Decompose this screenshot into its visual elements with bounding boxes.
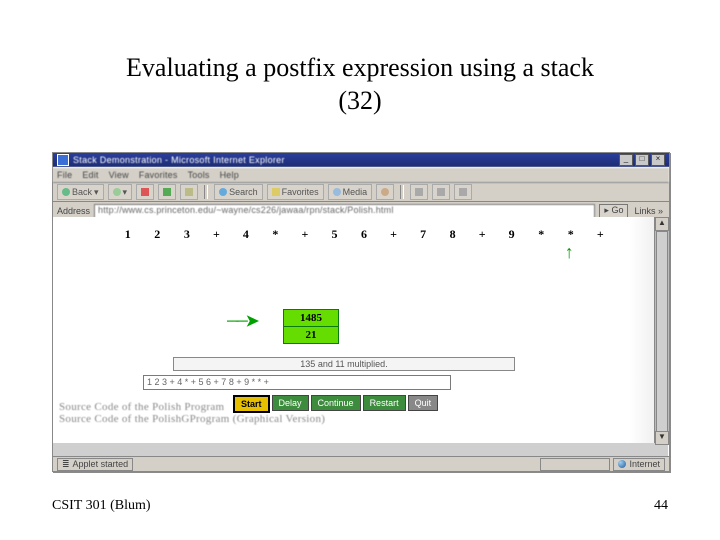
refresh-button[interactable] (158, 184, 176, 200)
token: 6 (349, 227, 379, 242)
media-button[interactable]: Media (328, 184, 373, 200)
token: 1 (113, 227, 143, 242)
menu-view[interactable]: View (109, 170, 129, 180)
forward-icon (113, 188, 121, 196)
menu-file[interactable]: File (57, 170, 72, 180)
token: + (290, 227, 320, 242)
search-icon (219, 188, 227, 196)
home-button[interactable] (180, 184, 198, 200)
token: 2 (143, 227, 173, 242)
ie-app-icon (57, 154, 69, 166)
globe-icon (618, 460, 626, 468)
window-title-text: Stack Demonstration - Microsoft Internet… (73, 155, 619, 165)
slide-title-line1: Evaluating a postfix expression using a … (126, 53, 594, 82)
applet-status-icon: ≣ (62, 459, 70, 470)
quit-button[interactable]: Quit (408, 395, 439, 411)
token: + (467, 227, 497, 242)
page-content: 1 2 3 + 4 * + 5 6 + 7 8 + 9 * * + ↑ ──➤ (53, 217, 655, 443)
print-button[interactable] (432, 184, 450, 200)
menu-edit[interactable]: Edit (82, 170, 98, 180)
status-bar: ≣ Applet started Internet (53, 456, 669, 471)
stack-value: 21 (283, 326, 339, 344)
expression-input-row: 1 2 3 + 4 * + 5 6 + 7 8 + 9 * * + (143, 375, 451, 390)
edit-button[interactable] (454, 184, 472, 200)
favorites-button[interactable]: Favorites (267, 184, 324, 200)
browser-window: Stack Demonstration - Microsoft Internet… (52, 152, 670, 472)
tool-bar: Back ▾ ▾ Search Favorites Media (53, 183, 669, 202)
status-left: ≣ Applet started (57, 458, 133, 471)
scroll-down-icon[interactable]: ▼ (655, 431, 669, 445)
star-icon (272, 188, 280, 196)
token: 9 (497, 227, 527, 242)
maximize-button[interactable]: □ (635, 154, 649, 166)
token: * (526, 227, 556, 242)
status-pane-empty (540, 458, 610, 471)
operation-message: 135 and 11 multiplied. (173, 357, 515, 371)
slide-title: Evaluating a postfix expression using a … (0, 52, 720, 117)
token: 3 (172, 227, 202, 242)
slide-title-line2: (32) (338, 86, 381, 115)
address-label: Address (57, 206, 90, 216)
token: * (556, 227, 586, 242)
status-zone: Internet (613, 458, 665, 471)
history-button[interactable] (376, 184, 394, 200)
source-link-1[interactable]: Source Code of the Polish Program (59, 401, 325, 413)
expression-tokens: 1 2 3 + 4 * + 5 6 + 7 8 + 9 * * + (113, 227, 615, 242)
vertical-scrollbar[interactable]: ▲ ▼ (654, 217, 669, 443)
current-token-arrow-icon: ↑ (565, 243, 574, 261)
token: + (586, 227, 616, 242)
source-link-2[interactable]: Source Code of the PolishGProgram (Graph… (59, 413, 325, 425)
footer-course: CSIT 301 (Blum) (52, 498, 151, 514)
edit-icon (459, 188, 467, 196)
scroll-up-icon[interactable]: ▲ (655, 217, 669, 231)
history-icon (381, 188, 389, 196)
minimize-button[interactable]: _ (619, 154, 633, 166)
stop-icon (141, 188, 149, 196)
back-button[interactable]: Back ▾ (57, 184, 104, 200)
expression-input[interactable]: 1 2 3 + 4 * + 5 6 + 7 8 + 9 * * + (143, 375, 451, 390)
search-button[interactable]: Search (214, 184, 263, 200)
home-icon (185, 188, 193, 196)
forward-button[interactable]: ▾ (108, 184, 133, 200)
print-icon (437, 188, 445, 196)
token: * (261, 227, 291, 242)
menu-favorites[interactable]: Favorites (139, 170, 178, 180)
token: 8 (438, 227, 468, 242)
token: 5 (320, 227, 350, 242)
page-links: Source Code of the Polish Program Source… (59, 401, 325, 425)
mail-button[interactable] (410, 184, 428, 200)
stack-visual: ──➤ 1485 21 (283, 309, 339, 343)
scroll-thumb[interactable] (656, 231, 668, 433)
page-number: 44 (654, 498, 668, 514)
media-icon (333, 188, 341, 196)
token: 4 (231, 227, 261, 242)
menu-bar: File Edit View Favorites Tools Help (53, 167, 669, 183)
close-button[interactable]: × (651, 154, 665, 166)
links-label[interactable]: Links » (632, 206, 665, 216)
restart-button[interactable]: Restart (363, 395, 406, 411)
mail-icon (415, 188, 423, 196)
menu-help[interactable]: Help (220, 170, 239, 180)
stop-button[interactable] (136, 184, 154, 200)
stack-push-arrow-icon: ──➤ (227, 311, 257, 331)
window-titlebar: Stack Demonstration - Microsoft Internet… (53, 153, 669, 167)
token: + (379, 227, 409, 242)
refresh-icon (163, 188, 171, 196)
token: + (202, 227, 232, 242)
stack-top-value: 1485 (283, 309, 339, 327)
token: 7 (408, 227, 438, 242)
back-icon (62, 188, 70, 196)
menu-tools[interactable]: Tools (188, 170, 210, 180)
